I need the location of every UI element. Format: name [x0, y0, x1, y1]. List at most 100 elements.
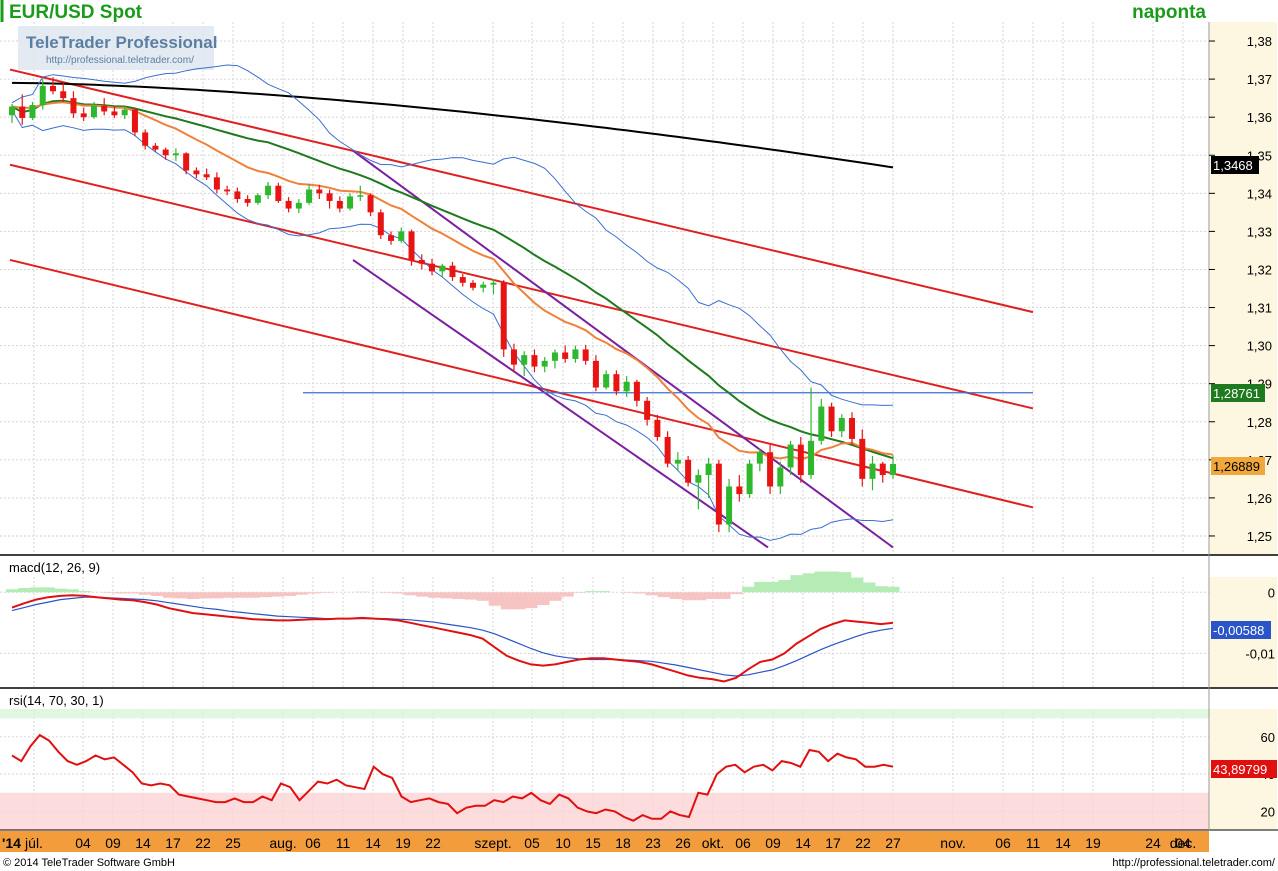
x-tick-label: 18: [615, 835, 631, 851]
candle-body: [695, 475, 702, 483]
candle-body: [726, 486, 733, 525]
candle-body: [224, 189, 231, 192]
x-tick-label: okt.: [702, 835, 725, 851]
macd-histogram-bar: [150, 592, 164, 596]
x-tick-label: 11: [336, 835, 351, 851]
candle-body: [388, 235, 395, 241]
x-tick-label: 25: [225, 835, 241, 851]
candle-body: [818, 406, 825, 441]
macd-tick-label: -0,01: [1245, 646, 1275, 661]
price-axis-bg: [1209, 22, 1277, 555]
x-tick-label: 05: [524, 835, 540, 851]
x-tick-label: '14: [2, 835, 21, 851]
macd-histogram-bar: [392, 592, 405, 594]
candle-body: [756, 452, 763, 464]
macd-histogram-bar: [259, 592, 272, 598]
candle-body: [172, 153, 179, 156]
macd-tick-label: 0: [1268, 585, 1275, 600]
watermark: TeleTrader Professional http://professio…: [18, 26, 217, 70]
macd-histogram-bar: [283, 592, 297, 596]
price-tick-label: 1,31: [1247, 301, 1272, 316]
rsi-tick-label: 60: [1261, 730, 1275, 745]
candle-body: [808, 440, 815, 476]
x-tick-label: 17: [825, 835, 841, 851]
macd-histogram-bar: [669, 592, 683, 599]
candle-body: [336, 200, 343, 209]
macd-histogram-bar: [718, 592, 731, 599]
page-background: [0, 0, 1278, 871]
macd-histogram-bar: [826, 571, 840, 593]
candle-body: [664, 436, 671, 464]
x-tick-label: 23: [645, 835, 661, 851]
candle-body: [80, 113, 87, 118]
x-tick-label: 04: [1175, 835, 1191, 851]
macd-histogram-bar: [30, 587, 43, 593]
candle-body: [746, 463, 753, 495]
candle-body: [377, 212, 384, 236]
candle-body: [592, 360, 599, 388]
price-tick-label: 1,38: [1247, 34, 1272, 49]
candle-body: [429, 263, 436, 272]
macd-histogram-bar: [524, 592, 538, 609]
x-tick-label: 06: [995, 835, 1011, 851]
candle-body: [254, 195, 261, 203]
macd-histogram-bar: [162, 592, 176, 598]
candle-body: [193, 170, 200, 175]
rsi-title: rsi(14, 70, 30, 1): [9, 693, 104, 708]
candle-body: [285, 200, 292, 209]
macd-histogram-bar: [307, 592, 321, 594]
rsi-tag: 43,89799: [1213, 762, 1267, 777]
footer-url: http://professional.teletrader.com/: [1112, 857, 1276, 869]
macd-histogram-bar: [886, 586, 900, 593]
macd-histogram-bar: [573, 592, 586, 593]
candle-body: [541, 360, 548, 367]
candle-body: [213, 177, 220, 190]
candle-body: [152, 145, 159, 150]
price-tick-label: 1,25: [1247, 529, 1272, 544]
rsi-overbought-band: [0, 709, 1209, 719]
macd-histogram-bar: [500, 592, 514, 610]
last-price-tag: 1,26889: [1213, 459, 1260, 474]
x-tick-label: 26: [675, 835, 691, 851]
x-tick-label: 06: [735, 835, 751, 851]
candle-body: [828, 406, 835, 432]
candle-body: [767, 452, 774, 487]
candle-body: [490, 282, 497, 285]
candle-body: [705, 463, 712, 476]
macd-histogram-bar: [693, 592, 707, 601]
candle-body: [572, 349, 579, 359]
x-tick-label: szept.: [474, 835, 511, 851]
candle-body: [408, 231, 415, 260]
x-tick-label: 06: [305, 835, 321, 851]
candle-body: [111, 111, 118, 116]
macd-histogram-bar: [633, 592, 647, 594]
candle-body: [715, 463, 722, 525]
candle-body: [162, 149, 169, 156]
x-tick-label: 14: [135, 835, 151, 851]
candle-body: [449, 265, 456, 278]
x-tick-label: 19: [1085, 835, 1101, 851]
candle-body: [121, 109, 128, 116]
macd-histogram-bar: [186, 592, 200, 599]
macd-histogram-bar: [452, 592, 466, 599]
watermark-brand: TeleTrader Professional: [26, 33, 217, 52]
x-tick-label: 14: [795, 835, 811, 851]
candle-body: [60, 91, 67, 99]
macd-histogram-bar: [705, 592, 719, 599]
candle-body: [244, 199, 251, 203]
x-tick-label: 17: [165, 835, 181, 851]
macd-histogram-bar: [681, 592, 695, 601]
macd-histogram-bar: [211, 592, 224, 599]
macd-histogram-bar: [790, 575, 803, 593]
x-tick-label: nov.: [940, 835, 965, 851]
candle-body: [49, 85, 56, 92]
candle-body: [849, 417, 856, 439]
candle-body: [398, 231, 405, 241]
watermark-url: http://professional.teletrader.com/: [46, 55, 194, 66]
candle-body: [510, 349, 517, 365]
macd-histogram-bar: [380, 592, 393, 593]
macd-histogram-bar: [464, 592, 478, 600]
price-tick-label: 1,33: [1247, 224, 1272, 239]
candle-body: [797, 444, 804, 476]
macd-histogram-bar: [874, 586, 888, 593]
